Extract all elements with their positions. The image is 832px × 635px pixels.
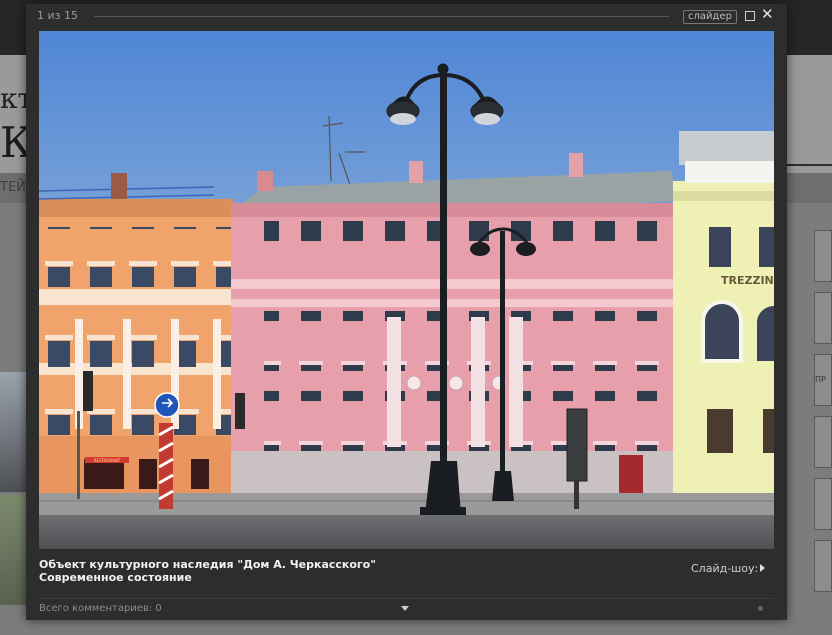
photo-road xyxy=(39,515,774,549)
photo-lightbox: 1 из 15 слайдер ✕ TREZZINI RESTAURANT Об… xyxy=(26,4,787,620)
building-photo[interactable]: TREZZINI RESTAURANT xyxy=(39,31,774,549)
slideshow-button[interactable]: Слайд-шоу: xyxy=(691,562,766,575)
chevron-down-icon[interactable] xyxy=(401,606,409,611)
background-thumbnails-right: ПР xyxy=(814,230,832,635)
background-thumbnail xyxy=(814,540,832,592)
background-thumb-label: ПР xyxy=(815,375,826,384)
photo-caption: Объект культурного наследия "Дом А. Черк… xyxy=(39,558,376,584)
photo-road-sign xyxy=(154,392,180,418)
background-thumbnail-left-2 xyxy=(0,495,26,605)
background-divider xyxy=(786,164,832,166)
photo-sidewalk xyxy=(39,493,774,515)
photo-trezzini-sign: TREZZINI xyxy=(721,274,774,287)
background-thumbnail xyxy=(814,292,832,344)
background-thumbnail xyxy=(814,478,832,530)
play-icon xyxy=(760,564,766,572)
header-rule xyxy=(94,16,669,17)
photo-restaurant-sign-text: RESTAURANT xyxy=(94,458,121,463)
close-icon[interactable]: ✕ xyxy=(761,6,774,22)
background-thumbnail xyxy=(814,416,832,468)
image-counter: 1 из 15 xyxy=(37,9,78,22)
status-dot-icon xyxy=(758,606,763,611)
background-menu-fragment: ТЕЙ xyxy=(0,180,26,195)
slideshow-label: Слайд-шоу: xyxy=(691,562,759,575)
comments-count-link[interactable]: Всего комментариев: 0 xyxy=(39,603,162,614)
background-thumbnail-left xyxy=(0,372,26,492)
slider-button[interactable]: слайдер xyxy=(683,10,737,24)
footer-separator xyxy=(39,598,774,599)
background-thumbnail: ПР xyxy=(814,354,832,406)
background-thumbnail xyxy=(814,230,832,282)
maximize-icon[interactable] xyxy=(745,11,755,21)
